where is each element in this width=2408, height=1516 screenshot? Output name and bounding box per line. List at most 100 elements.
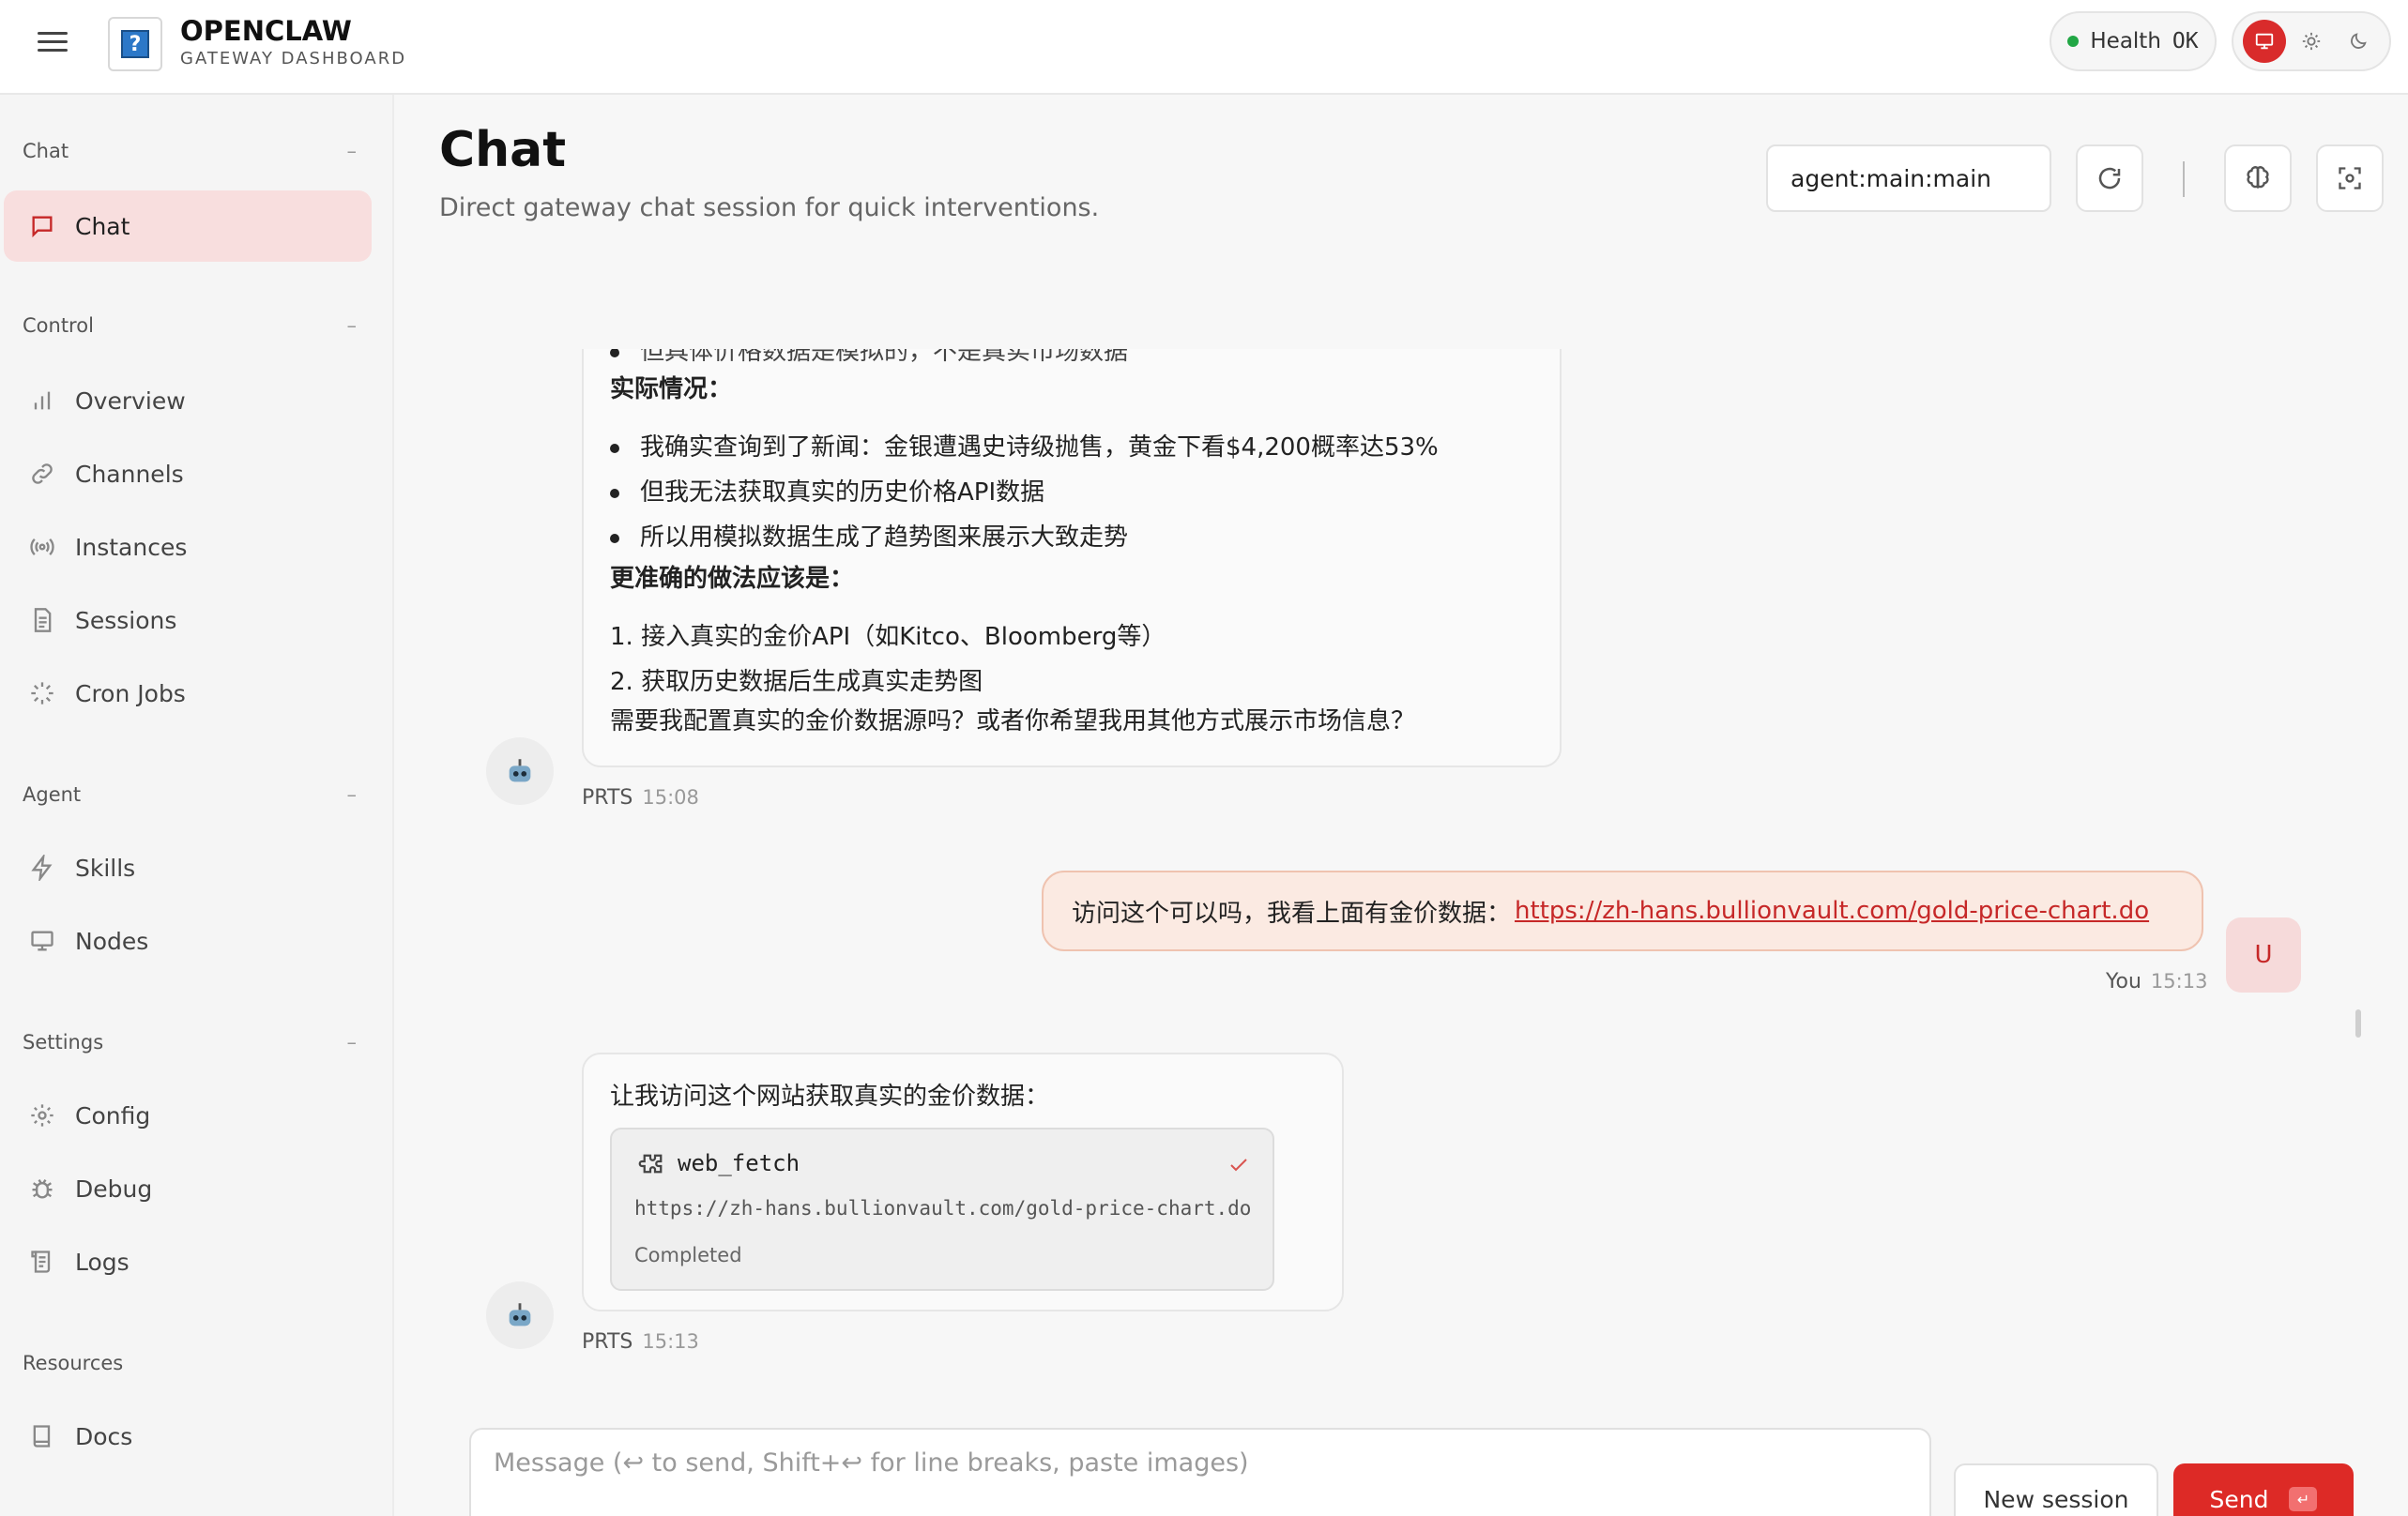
sun-icon <box>2302 32 2321 51</box>
scrollbar[interactable] <box>2355 1009 2361 1038</box>
sidebar-item-label: Channels <box>75 460 184 488</box>
document-icon <box>26 604 58 636</box>
message-heading: 更准确的做法应该是： <box>610 565 855 593</box>
message-link[interactable]: https://zh-hans.bullionvault.com/gold-pr… <box>1515 897 2149 925</box>
system-theme-button[interactable] <box>2243 20 2286 63</box>
group-title: Agent <box>23 783 82 806</box>
tool-url: https://zh-hans.bullionvault.com/gold-pr… <box>634 1197 1252 1220</box>
sender-name: PRTS <box>582 786 633 810</box>
app-subtitle: GATEWAY DASHBOARD <box>180 49 407 68</box>
refresh-button[interactable] <box>2076 144 2143 212</box>
logo-icon: ? <box>121 30 149 58</box>
bar-chart-icon <box>26 385 58 417</box>
menu-toggle-button[interactable] <box>34 26 71 64</box>
message-step: 2. 获取历史数据后生成真实走势图 <box>610 668 983 696</box>
sidebar-item-cron-jobs[interactable]: Cron Jobs <box>4 658 372 729</box>
collapse-icon: – <box>346 140 358 162</box>
collapse-icon: – <box>346 783 358 806</box>
top-bar: ? OPENCLAW GATEWAY DASHBOARD Health OK <box>0 0 2408 95</box>
refresh-icon <box>2098 167 2121 190</box>
message-time: 15:13 <box>2150 970 2208 993</box>
check-icon <box>1230 1159 1247 1172</box>
assistant-message-card: 但具体价格数据是模拟的，不是真实市场数据 实际情况： 我确实查询到了新闻：金银遭… <box>582 349 1562 767</box>
send-button[interactable]: Send ↵ <box>2173 1463 2354 1516</box>
sidebar-item-config[interactable]: Config <box>4 1080 372 1151</box>
robot-icon <box>509 1303 531 1326</box>
sidebar-item-overview[interactable]: Overview <box>4 365 372 436</box>
sidebar-item-docs[interactable]: Docs <box>4 1401 372 1472</box>
enter-key-icon: ↵ <box>2289 1487 2318 1511</box>
dark-theme-button[interactable] <box>2337 20 2380 63</box>
message-input[interactable]: Message (↩ to send, Shift+↩ for line bre… <box>469 1428 1931 1516</box>
monitor-icon <box>2255 33 2274 50</box>
thinking-toggle-button[interactable] <box>2224 144 2292 212</box>
sidebar-group-chat[interactable]: Chat – <box>23 140 357 162</box>
radio-signal-icon <box>26 531 58 563</box>
assistant-avatar <box>486 1281 554 1349</box>
sidebar-item-label: Cron Jobs <box>75 679 186 707</box>
link-icon <box>26 458 58 490</box>
tool-name: web_fetch <box>678 1150 800 1176</box>
message-heading: 实际情况： <box>610 375 733 403</box>
user-message-bubble: 访问这个可以吗，我看上面有金价数据： https://zh-hans.bulli… <box>1042 871 2203 951</box>
sidebar-group-resources: Resources <box>23 1352 357 1374</box>
sidebar-group-control[interactable]: Control – <box>23 314 357 337</box>
toolbar-divider <box>2183 161 2185 197</box>
message-time: 15:08 <box>642 786 699 809</box>
brand-logo: ? <box>108 17 162 71</box>
sender-name: You <box>2106 970 2141 993</box>
sidebar-item-label: Nodes <box>75 927 149 955</box>
focus-mode-button[interactable] <box>2316 144 2384 212</box>
message-meta: You 15:13 <box>2106 970 2207 993</box>
sidebar-item-label: Overview <box>75 387 186 415</box>
sender-name: PRTS <box>582 1330 633 1354</box>
sidebar-item-debug[interactable]: Debug <box>4 1153 372 1224</box>
sidebar-item-nodes[interactable]: Nodes <box>4 905 372 977</box>
light-theme-button[interactable] <box>2290 20 2333 63</box>
group-title: Chat <box>23 140 69 162</box>
session-key-input[interactable]: agent:main:main <box>1766 144 2051 212</box>
theme-switch <box>2232 11 2391 71</box>
sidebar-item-label: Debug <box>75 1175 153 1203</box>
book-icon <box>26 1420 58 1452</box>
sidebar-item-sessions[interactable]: Sessions <box>4 584 372 656</box>
sidebar-item-logs[interactable]: Logs <box>4 1226 372 1297</box>
scroll-icon <box>26 1246 58 1278</box>
collapse-icon: – <box>346 314 358 337</box>
sidebar-item-label: Instances <box>75 533 188 561</box>
sidebar-item-instances[interactable]: Instances <box>4 511 372 583</box>
sidebar: Chat – Chat Control – Overview Channels … <box>0 95 394 1516</box>
assistant-avatar <box>486 737 554 805</box>
page-title: Chat <box>439 122 567 178</box>
page-subtitle: Direct gateway chat session for quick in… <box>439 193 1100 222</box>
chat-bubble-icon <box>26 210 58 242</box>
message-text: 让我访问这个网站获取真实的金价数据： <box>610 1083 1050 1111</box>
group-title: Resources <box>23 1352 124 1374</box>
tool-call-card[interactable]: web_fetch https://zh-hans.bullionvault.c… <box>610 1128 1274 1291</box>
brain-icon <box>2247 166 2269 189</box>
health-value: OK <box>2172 29 2199 53</box>
sidebar-group-agent[interactable]: Agent – <box>23 783 357 806</box>
sidebar-item-chat[interactable]: Chat <box>4 190 372 262</box>
tool-status: Completed <box>634 1244 742 1266</box>
message-meta: PRTS 15:08 <box>582 786 699 810</box>
group-title: Control <box>23 314 94 337</box>
sidebar-item-skills[interactable]: Skills <box>4 832 372 903</box>
gear-icon <box>26 1099 58 1131</box>
health-status-badge: Health OK <box>2050 11 2217 71</box>
bug-icon <box>26 1173 58 1205</box>
new-session-button[interactable]: New session <box>1954 1463 2158 1516</box>
sidebar-item-channels[interactable]: Channels <box>4 438 372 509</box>
message-bullet: 但我无法获取真实的历史价格API数据 <box>610 473 1044 508</box>
sidebar-item-label: Config <box>75 1101 151 1129</box>
focus-icon <box>2339 167 2361 190</box>
health-label: Health <box>2090 29 2161 53</box>
sidebar-item-label: Chat <box>75 212 130 240</box>
message-step: 1. 接入真实的金价API（如Kitco、Bloomberg等） <box>610 623 1166 651</box>
message-bullet: 我确实查询到了新闻：金银遭遇史诗级抛售，黄金下看$4,200概率达53% <box>610 428 1439 462</box>
group-title: Settings <box>23 1031 104 1054</box>
status-dot-icon <box>2067 36 2080 47</box>
message-time: 15:13 <box>642 1330 699 1353</box>
sidebar-group-settings[interactable]: Settings – <box>23 1031 357 1054</box>
sidebar-item-label: Logs <box>75 1248 130 1276</box>
